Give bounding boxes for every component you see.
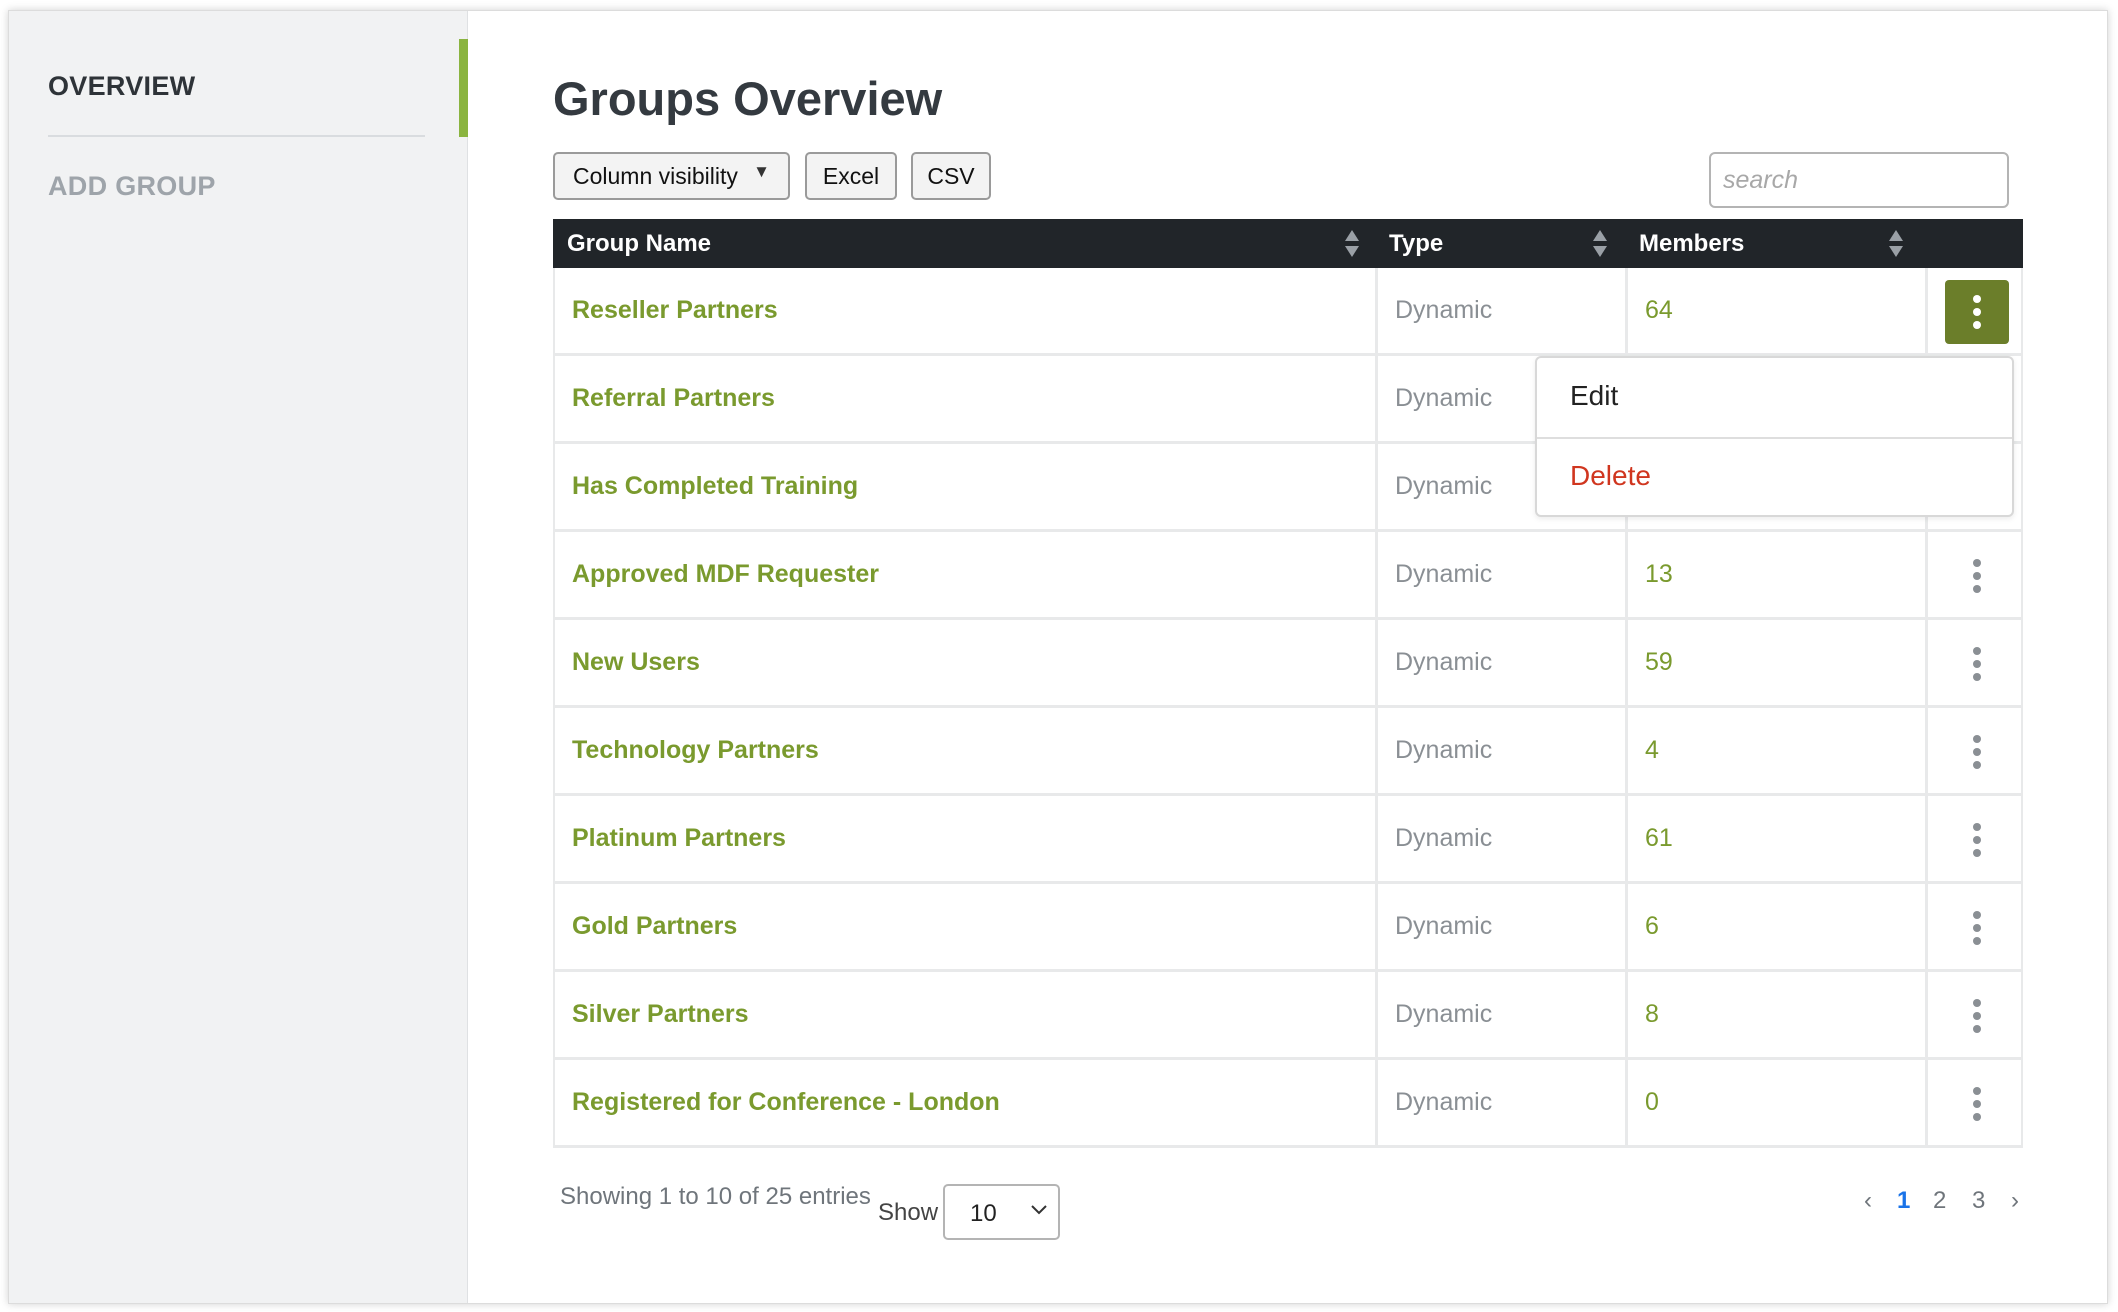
group-type: Dynamic: [1375, 620, 1625, 705]
chevron-down-icon: [1031, 1205, 1047, 1215]
member-count: 4: [1625, 708, 1925, 793]
edit-menu-item[interactable]: Edit: [1570, 380, 1618, 412]
group-name-link[interactable]: Has Completed Training: [553, 444, 1375, 529]
kebab-menu-icon: [1973, 1087, 1981, 1121]
member-count: 13: [1625, 532, 1925, 617]
group-type: Dynamic: [1375, 708, 1625, 793]
member-count: 0: [1625, 1060, 1925, 1145]
row-actions-menu: Edit Delete: [1535, 356, 2014, 517]
kebab-menu-icon: [1973, 295, 1981, 329]
group-name-link[interactable]: Platinum Partners: [553, 796, 1375, 881]
group-type: Dynamic: [1375, 884, 1625, 969]
kebab-menu-icon: [1973, 999, 1981, 1033]
table-row: Silver Partners Dynamic 8: [553, 972, 2023, 1060]
table-row: Registered for Conference - London Dynami…: [553, 1060, 2023, 1148]
row-actions-button[interactable]: [1945, 808, 2009, 872]
csv-export-button[interactable]: CSV: [911, 152, 991, 200]
search-input[interactable]: [1709, 152, 2009, 208]
sort-icon[interactable]: [1887, 228, 1905, 259]
table-row: Technology Partners Dynamic 4: [553, 708, 2023, 796]
sort-icon[interactable]: [1591, 228, 1609, 259]
kebab-menu-icon: [1973, 735, 1981, 769]
column-visibility-label: Column visibility: [573, 162, 738, 189]
row-actions-button[interactable]: [1945, 632, 2009, 696]
row-actions-cell: [1925, 708, 2023, 793]
kebab-menu-icon: [1973, 823, 1981, 857]
row-actions-cell: [1925, 1060, 2023, 1145]
row-actions-cell: [1925, 620, 2023, 705]
group-type: Dynamic: [1375, 268, 1625, 353]
row-actions-button[interactable]: [1945, 280, 2009, 344]
kebab-menu-icon: [1973, 647, 1981, 681]
table-row: Gold Partners Dynamic 6: [553, 884, 2023, 972]
column-visibility-button[interactable]: Column visibility ▼: [553, 152, 790, 200]
row-actions-button[interactable]: [1945, 544, 2009, 608]
group-name-link[interactable]: New Users: [553, 620, 1375, 705]
member-count: 64: [1625, 268, 1925, 353]
group-name-link[interactable]: Technology Partners: [553, 708, 1375, 793]
column-header-members[interactable]: Members: [1639, 219, 1744, 268]
table-row: Reseller Partners Dynamic 64: [553, 268, 2023, 356]
page-1-button[interactable]: 1: [1897, 1187, 1910, 1215]
row-actions-button[interactable]: [1945, 720, 2009, 784]
page-title: Groups Overview: [553, 72, 943, 125]
sidebar-divider: [48, 135, 425, 137]
row-actions-cell: [1925, 796, 2023, 881]
group-name-link[interactable]: Approved MDF Requester: [553, 532, 1375, 617]
page-size-value: 10: [970, 1200, 997, 1227]
app-window: OVERVIEW ADD GROUP Groups Overview Colum…: [8, 10, 2108, 1304]
member-count: 8: [1625, 972, 1925, 1057]
table-row: Approved MDF Requester Dynamic 13: [553, 532, 2023, 620]
row-actions-button[interactable]: [1945, 1072, 2009, 1136]
group-name-link[interactable]: Silver Partners: [553, 972, 1375, 1057]
group-name-link[interactable]: Reseller Partners: [553, 268, 1375, 353]
sidebar-item-add-group[interactable]: ADD GROUP: [48, 171, 216, 202]
sidebar-item-overview[interactable]: OVERVIEW: [48, 71, 195, 102]
column-header-type[interactable]: Type: [1389, 219, 1443, 268]
kebab-menu-icon: [1973, 911, 1981, 945]
table-header: Group Name Type Members: [553, 219, 2023, 268]
row-actions-button[interactable]: [1945, 896, 2009, 960]
delete-menu-item[interactable]: Delete: [1570, 460, 1651, 492]
group-name-link[interactable]: Gold Partners: [553, 884, 1375, 969]
caret-down-icon: ▼: [753, 162, 770, 181]
row-actions-cell: [1925, 268, 2023, 353]
kebab-menu-icon: [1973, 559, 1981, 593]
row-actions-cell: [1925, 884, 2023, 969]
group-name-link[interactable]: Registered for Conference - London: [553, 1060, 1375, 1145]
sidebar: OVERVIEW ADD GROUP: [9, 11, 468, 1303]
member-count: 59: [1625, 620, 1925, 705]
group-type: Dynamic: [1375, 972, 1625, 1057]
group-type: Dynamic: [1375, 1060, 1625, 1145]
group-name-link[interactable]: Referral Partners: [553, 356, 1375, 441]
entries-info: Showing 1 to 10 of 25 entries: [560, 1183, 871, 1210]
column-header-group-name[interactable]: Group Name: [567, 219, 711, 268]
row-actions-cell: [1925, 972, 2023, 1057]
page-size-select[interactable]: 10: [943, 1184, 1060, 1240]
excel-export-button[interactable]: Excel: [805, 152, 897, 200]
table-row: Platinum Partners Dynamic 61: [553, 796, 2023, 884]
row-actions-cell: [1925, 532, 2023, 617]
page-size-label: Show: [878, 1199, 939, 1226]
previous-page-button[interactable]: ‹: [1864, 1187, 1872, 1215]
row-actions-button[interactable]: [1945, 984, 2009, 1048]
group-type: Dynamic: [1375, 532, 1625, 617]
page-3-button[interactable]: 3: [1972, 1187, 1985, 1215]
table-row: New Users Dynamic 59: [553, 620, 2023, 708]
page-2-button[interactable]: 2: [1933, 1187, 1946, 1215]
member-count: 6: [1625, 884, 1925, 969]
next-page-button[interactable]: ›: [2011, 1187, 2019, 1215]
menu-divider: [1537, 437, 2012, 439]
member-count: 61: [1625, 796, 1925, 881]
group-type: Dynamic: [1375, 796, 1625, 881]
sidebar-active-indicator: [459, 39, 468, 137]
sort-icon[interactable]: [1343, 228, 1361, 259]
